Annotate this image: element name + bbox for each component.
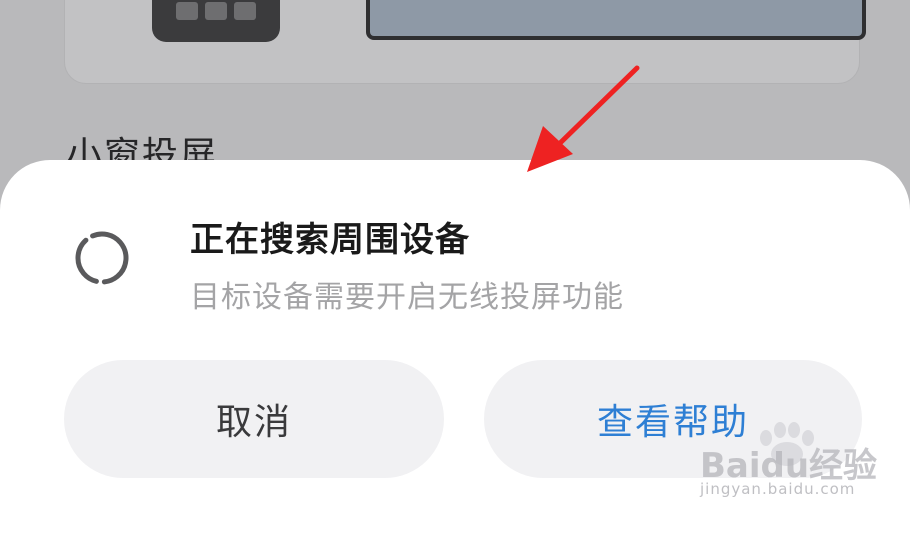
loading-spinner-icon — [75, 231, 129, 285]
dialog-subtitle: 目标设备需要开启无线投屏功能 — [190, 280, 624, 315]
dialog-title: 正在搜索周围设备 — [190, 220, 470, 260]
annotation-arrow-icon — [527, 65, 640, 172]
cancel-button[interactable]: 取消 — [64, 360, 444, 478]
key-shape — [205, 2, 227, 20]
watermark-url: jingyan.baidu.com — [700, 480, 856, 498]
keyboard-icon — [152, 0, 280, 42]
key-shape — [176, 2, 198, 20]
screen-preview-thumbnail — [366, 0, 866, 40]
key-shape — [234, 2, 256, 20]
cancel-button-label: 取消 — [215, 402, 292, 443]
